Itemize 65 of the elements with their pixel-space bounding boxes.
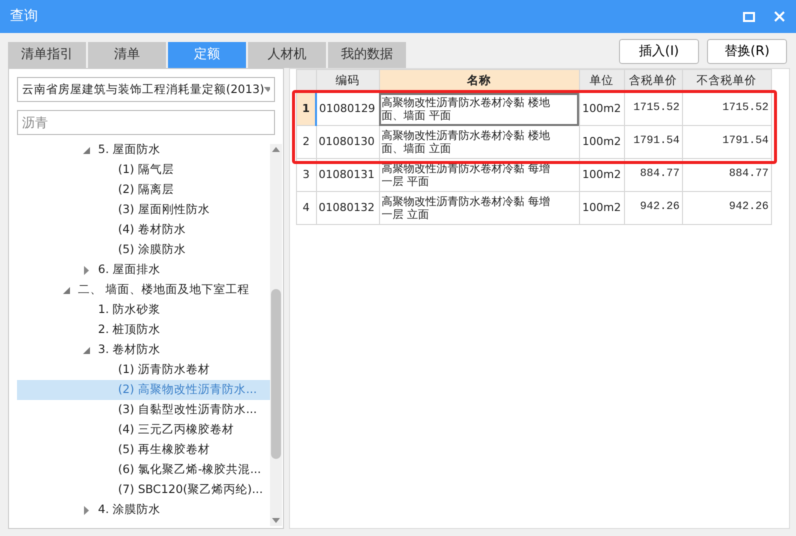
row-number[interactable]: 4	[296, 192, 316, 224]
action-button[interactable]: 替换(R)	[707, 39, 787, 64]
scrollbar[interactable]	[270, 144, 282, 526]
action-button[interactable]: 插入(I)	[619, 39, 699, 64]
unit-cell: 100m2	[579, 126, 624, 158]
code-cell: 01080130	[316, 126, 380, 158]
search-field[interactable]: 沥青	[17, 110, 275, 135]
collapse-arrow-icon[interactable]	[83, 346, 90, 354]
tree-item[interactable]: 1. 防水砂浆	[17, 300, 270, 320]
unit-cell: 100m2	[579, 158, 624, 192]
tree-item[interactable]: (4) 卷材防水	[17, 220, 270, 240]
maximize-icon[interactable]	[742, 10, 756, 24]
tree-item[interactable]: (5) 再生橡胶卷材	[17, 440, 270, 460]
tree-item[interactable]: (1) 沥青防水卷材	[17, 360, 270, 380]
unit-cell: 100m2	[579, 92, 624, 126]
price-cell: 1791.54	[682, 126, 772, 158]
scroll-down-icon[interactable]	[272, 518, 280, 523]
price-cell: 1715.52	[682, 92, 772, 126]
row-number[interactable]: 2	[296, 126, 316, 158]
code-cell: 01080129	[316, 92, 380, 126]
tab[interactable]: 我的数据	[328, 42, 406, 68]
collapse-arrow-icon[interactable]	[83, 146, 90, 154]
tree-item[interactable]: 4. 涂膜防水	[17, 500, 270, 520]
price-cell: 1791.54	[624, 126, 682, 158]
tree-item[interactable]: (7) SBC120(聚乙烯丙纶)...	[17, 480, 270, 500]
column-header[interactable]: 含税单价	[624, 70, 682, 92]
dropdown-caret-icon[interactable]	[264, 87, 270, 92]
column-header[interactable]: 编码	[316, 70, 380, 92]
tab[interactable]: 清单指引	[8, 42, 86, 68]
tree-item[interactable]: 5. 屋面防水	[17, 140, 270, 160]
window-title: 查询	[10, 7, 38, 26]
name-cell: 高聚物改性沥青防水卷材冷黏 楼地面、墙面 平面	[379, 92, 580, 126]
tree-item[interactable]: 二、 墙面、楼地面及地下室工程	[17, 280, 270, 300]
code-cell: 01080131	[316, 158, 380, 192]
name-cell: 高聚物改性沥青防水卷材冷黏 楼地面、墙面 立面	[379, 126, 580, 158]
row-number[interactable]: 1	[296, 92, 316, 126]
tree-item[interactable]: (4) 三元乙丙橡胶卷材	[17, 420, 270, 440]
price-cell: 884.77	[624, 158, 682, 192]
name-cell: 高聚物改性沥青防水卷材冷黏 每增一层 立面	[379, 192, 580, 224]
tab[interactable]: 人材机	[248, 42, 326, 68]
library-dropdown[interactable]: 云南省房屋建筑与装饰工程消耗量定额(2013)	[17, 77, 275, 102]
price-cell: 942.26	[682, 192, 772, 224]
price-cell: 1715.52	[624, 92, 682, 126]
column-header[interactable]: 不含税单价	[682, 70, 772, 92]
price-cell: 884.77	[682, 158, 772, 192]
expand-arrow-icon[interactable]	[84, 506, 89, 514]
tab[interactable]: 清单	[88, 42, 166, 68]
code-cell: 01080132	[316, 192, 380, 224]
tree-item[interactable]: (6) 氯化聚乙烯-橡胶共混...	[17, 460, 270, 480]
tree-item[interactable]: 2. 桩顶防水	[17, 320, 270, 340]
row-number[interactable]: 3	[296, 158, 316, 192]
scroll-up-icon[interactable]	[272, 147, 280, 152]
expand-arrow-icon[interactable]	[84, 266, 89, 274]
tree-item[interactable]: (1) 隔气层	[17, 160, 270, 180]
unit-cell: 100m2	[579, 192, 624, 224]
tree-item[interactable]: 3. 卷材防水	[17, 340, 270, 360]
column-header[interactable]: 名称	[379, 70, 580, 92]
collapse-arrow-icon[interactable]	[63, 286, 70, 294]
close-icon[interactable]	[772, 10, 786, 24]
tree-item[interactable]: (2) 隔离层	[17, 180, 270, 200]
tree-item[interactable]: (5) 涂膜防水	[17, 240, 270, 260]
tree-item[interactable]: (3) 自黏型改性沥青防水...	[17, 400, 270, 420]
tree-item[interactable]: (3) 屋面刚性防水	[17, 200, 270, 220]
price-cell: 942.26	[624, 192, 682, 224]
tree-item[interactable]: 6. 屋面排水	[17, 260, 270, 280]
